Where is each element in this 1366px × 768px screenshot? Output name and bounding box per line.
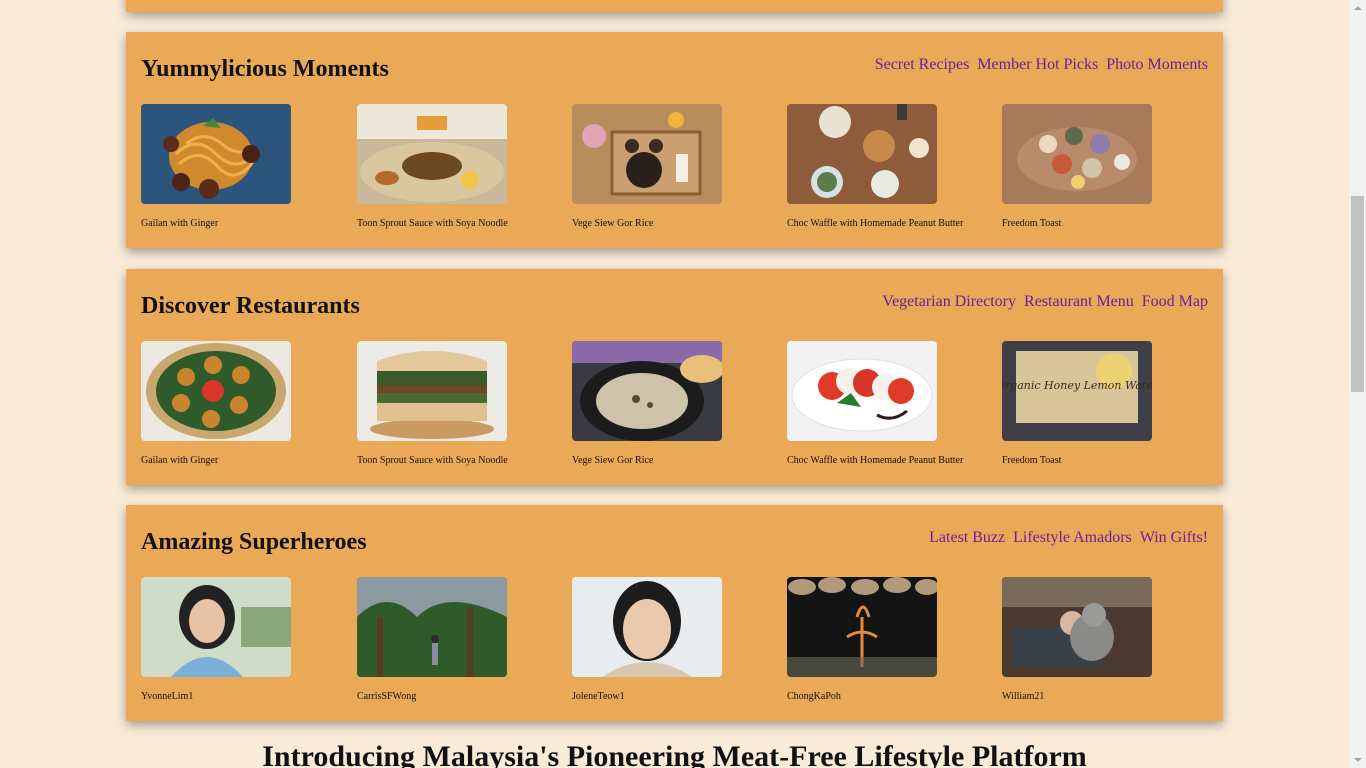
caprese-salad-photo[interactable]	[787, 341, 937, 441]
platform-intro-heading: Introducing Malaysia's Pioneering Meat-F…	[262, 740, 1087, 768]
table-dishes-photo[interactable]	[1002, 104, 1152, 204]
previous-section-panel	[126, 0, 1223, 12]
member-hot-picks-link[interactable]: Member Hot Picks	[977, 56, 1098, 73]
spaghetti-meatballs-photo[interactable]	[141, 104, 291, 204]
scroll-down-arrow-icon[interactable]	[1349, 751, 1366, 768]
section-links: Vegetarian Directory Restaurant Menu Foo…	[878, 293, 1208, 311]
food-caption: Freedom Toast	[1002, 218, 1062, 229]
section-title: Amazing Superheroes	[141, 529, 367, 555]
latest-buzz-link[interactable]: Latest Buzz	[929, 529, 1005, 546]
vegetarian-directory-link[interactable]: Vegetarian Directory	[882, 293, 1016, 310]
photo-moments-link[interactable]: Photo Moments	[1106, 56, 1208, 73]
restaurant-card[interactable]: Toon Sprout Sauce with Soya Noodle	[357, 341, 557, 466]
restaurant-caption: Gailan with Ginger	[141, 455, 219, 466]
user-avatar-photo[interactable]	[141, 577, 291, 677]
restaurant-caption: Vege Siew Gor Rice	[572, 455, 654, 466]
member-card[interactable]: ChongKaPoh	[787, 577, 987, 702]
poster-text: Organic Honey Lemon Water	[1002, 379, 1152, 392]
section-title: Discover Restaurants	[141, 293, 360, 319]
user-avatar-photo[interactable]	[787, 577, 937, 677]
member-card[interactable]: YvonneLim1	[141, 577, 341, 702]
page-content: Yummylicious Moments Secret Recipes Memb…	[0, 0, 1349, 768]
noodle-soup-photo[interactable]	[357, 104, 507, 204]
lifestyle-amadors-link[interactable]: Lifestyle Amadors	[1013, 529, 1132, 546]
amazing-superheroes-section: Amazing Superheroes Latest Buzz Lifestyl…	[126, 505, 1223, 721]
scrollbar-thumb[interactable]	[1351, 196, 1364, 392]
member-username: YvonneLim1	[141, 691, 194, 702]
food-card[interactable]: Toon Sprout Sauce with Soya Noodle	[357, 104, 557, 229]
member-card[interactable]: William21	[1002, 577, 1202, 702]
restaurant-caption: Choc Waffle with Homemade Peanut Butter	[787, 455, 964, 466]
food-card[interactable]: Freedom Toast	[1002, 104, 1202, 229]
member-username: JoleneTeow1	[572, 691, 625, 702]
food-map-link[interactable]: Food Map	[1142, 293, 1208, 310]
food-caption: Choc Waffle with Homemade Peanut Butter	[787, 218, 964, 229]
food-card[interactable]: Gailan with Ginger	[141, 104, 341, 229]
section-links: Latest Buzz Lifestyle Amadors Win Gifts!	[925, 529, 1208, 547]
food-caption: Gailan with Ginger	[141, 218, 219, 229]
yummylicious-moments-section: Yummylicious Moments Secret Recipes Memb…	[126, 32, 1223, 248]
food-card[interactable]: Choc Waffle with Homemade Peanut Butter	[787, 104, 987, 229]
fritters-platter-photo[interactable]	[141, 341, 291, 441]
secret-recipes-link[interactable]: Secret Recipes	[875, 56, 970, 73]
member-card[interactable]: JoleneTeow1	[572, 577, 772, 702]
restaurant-card[interactable]: Vege Siew Gor Rice	[572, 341, 772, 466]
member-username: CarrisSFWong	[357, 691, 417, 702]
food-caption: Vege Siew Gor Rice	[572, 218, 654, 229]
restaurant-caption: Toon Sprout Sauce with Soya Noodle	[357, 455, 508, 466]
section-links: Secret Recipes Member Hot Picks Photo Mo…	[871, 56, 1208, 74]
sandwich-photo[interactable]	[357, 341, 507, 441]
scroll-up-arrow-icon[interactable]	[1349, 0, 1366, 17]
table-spread-photo[interactable]	[787, 104, 937, 204]
vertical-scrollbar[interactable]	[1349, 0, 1366, 768]
mushroom-soup-photo[interactable]	[572, 341, 722, 441]
restaurant-card[interactable]: Choc Waffle with Homemade Peanut Butter	[787, 341, 987, 466]
user-avatar-photo[interactable]	[1002, 577, 1152, 677]
member-username: William21	[1002, 691, 1045, 702]
user-avatar-photo[interactable]	[357, 577, 507, 677]
food-caption: Toon Sprout Sauce with Soya Noodle	[357, 218, 508, 229]
restaurant-card[interactable]: Organic Honey Lemon Water Freedom Toast	[1002, 341, 1202, 466]
member-card[interactable]: CarrisSFWong	[357, 577, 557, 702]
restaurant-caption: Freedom Toast	[1002, 455, 1062, 466]
win-gifts-link[interactable]: Win Gifts!	[1140, 529, 1208, 546]
discover-restaurants-section: Discover Restaurants Vegetarian Director…	[126, 269, 1223, 485]
user-avatar-photo[interactable]	[572, 577, 722, 677]
food-card[interactable]: Vege Siew Gor Rice	[572, 104, 772, 229]
member-username: ChongKaPoh	[787, 691, 841, 702]
tray-meal-photo[interactable]	[572, 104, 722, 204]
restaurant-card[interactable]: Gailan with Ginger	[141, 341, 341, 466]
restaurant-menu-link[interactable]: Restaurant Menu	[1024, 293, 1134, 310]
section-title: Yummylicious Moments	[141, 56, 389, 82]
honey-lemon-water-poster[interactable]: Organic Honey Lemon Water	[1002, 341, 1152, 441]
